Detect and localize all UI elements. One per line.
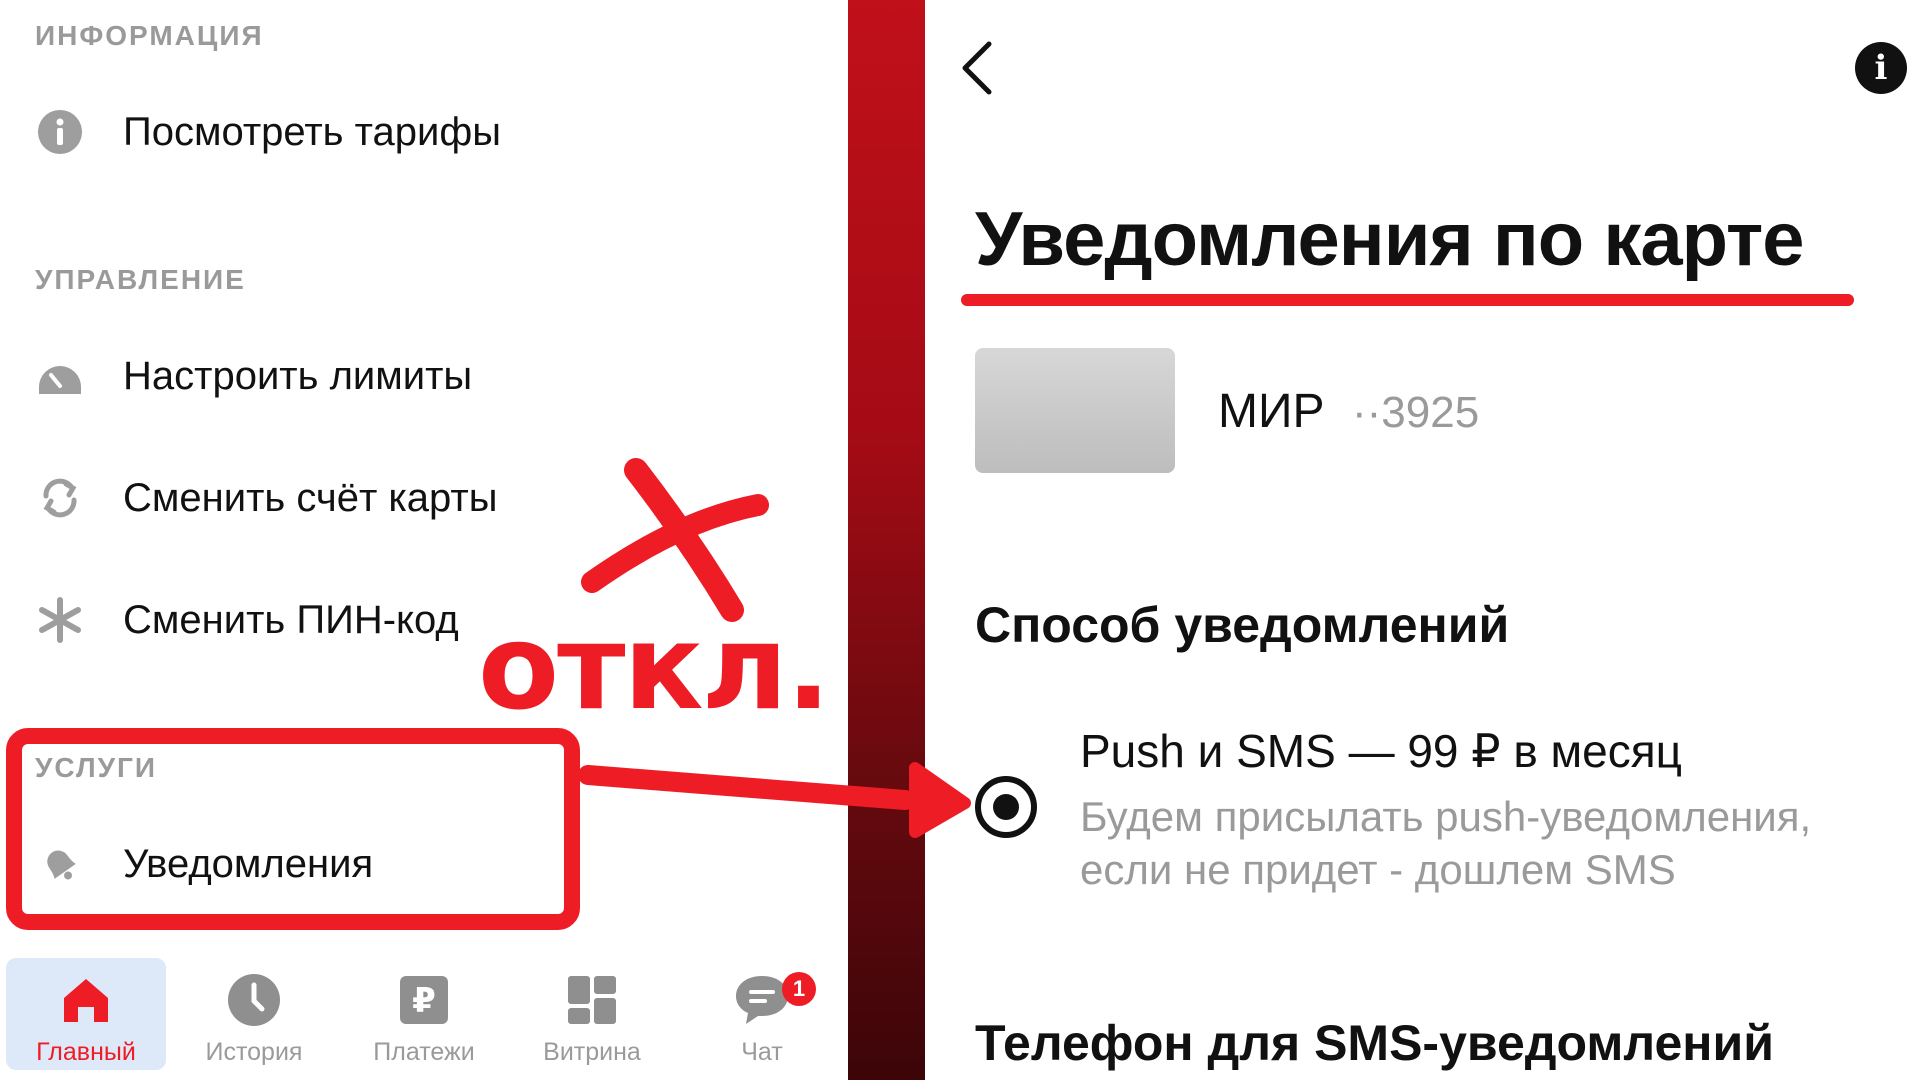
asterisk-icon bbox=[35, 595, 85, 645]
tab-label: Витрина bbox=[543, 1038, 641, 1066]
option-description: Будем присылать push-уведомления, если н… bbox=[1080, 793, 1812, 893]
card-image bbox=[975, 348, 1175, 473]
ruble-icon: ₽ bbox=[398, 968, 450, 1032]
section-header-info: ИНФОРМАЦИЯ bbox=[35, 20, 264, 51]
menu-item-change-account[interactable]: Сменить счёт карты bbox=[35, 462, 795, 534]
info-icon bbox=[35, 107, 85, 157]
tab-payments[interactable]: ₽ Платежи bbox=[344, 958, 504, 1070]
grid-icon bbox=[566, 968, 618, 1032]
back-button[interactable] bbox=[955, 38, 1005, 98]
tab-label: Платежи bbox=[373, 1038, 475, 1066]
menu-item-label: Посмотреть тарифы bbox=[123, 109, 501, 154]
svg-text:₽: ₽ bbox=[412, 981, 436, 1021]
tab-showcase[interactable]: Витрина bbox=[512, 958, 672, 1070]
title-underline bbox=[961, 294, 1854, 306]
bottom-tab-bar: Главный История ₽ Платежи Витрина Чат 1 bbox=[0, 952, 848, 1080]
info-icon: i bbox=[1874, 48, 1888, 88]
tab-label: Чат bbox=[741, 1038, 783, 1066]
menu-item-view-tariffs[interactable]: Посмотреть тарифы bbox=[35, 96, 795, 168]
annotation-text: откл. bbox=[478, 598, 831, 736]
card-settings-menu: ИНФОРМАЦИЯ Посмотреть тарифы УПРАВЛЕНИЕ … bbox=[0, 0, 848, 1080]
card-name: МИР bbox=[1218, 385, 1325, 438]
section-title-phone: Телефон для SMS-уведомлений bbox=[975, 1015, 1774, 1071]
radio-push-sms[interactable] bbox=[975, 776, 1037, 838]
home-icon bbox=[60, 968, 112, 1032]
menu-item-label: Сменить ПИН-код bbox=[123, 597, 459, 642]
panel-divider bbox=[848, 0, 925, 1080]
unread-badge: 1 bbox=[782, 972, 816, 1006]
menu-item-set-limits[interactable]: Настроить лимиты bbox=[35, 340, 795, 412]
tab-home[interactable]: Главный bbox=[6, 958, 166, 1070]
notifications-screen: i Уведомления по карте МИР ··3925 Способ… bbox=[925, 0, 1920, 1080]
radio-selected-dot bbox=[993, 794, 1019, 820]
tab-label: Главный bbox=[36, 1038, 136, 1066]
clock-icon bbox=[227, 968, 281, 1032]
tab-label: История bbox=[205, 1038, 303, 1066]
tab-chat[interactable]: Чат 1 bbox=[682, 958, 842, 1070]
chat-icon bbox=[734, 968, 790, 1032]
tab-history[interactable]: История bbox=[174, 958, 334, 1070]
info-button[interactable]: i bbox=[1855, 42, 1907, 94]
section-title-method: Способ уведомлений bbox=[975, 597, 1510, 653]
highlight-frame bbox=[6, 728, 580, 930]
section-header-management: УПРАВЛЕНИЕ bbox=[35, 264, 246, 295]
option-title[interactable]: Push и SMS — 99 ₽ в месяц bbox=[1080, 724, 1682, 778]
menu-item-label: Сменить счёт карты bbox=[123, 475, 498, 520]
page-title: Уведомления по карте bbox=[975, 197, 1805, 282]
card-number: ··3925 bbox=[1352, 388, 1480, 437]
speedometer-icon bbox=[35, 351, 85, 401]
refresh-icon bbox=[35, 473, 85, 523]
chevron-left-icon bbox=[962, 41, 992, 95]
menu-item-label: Настроить лимиты bbox=[123, 353, 473, 398]
